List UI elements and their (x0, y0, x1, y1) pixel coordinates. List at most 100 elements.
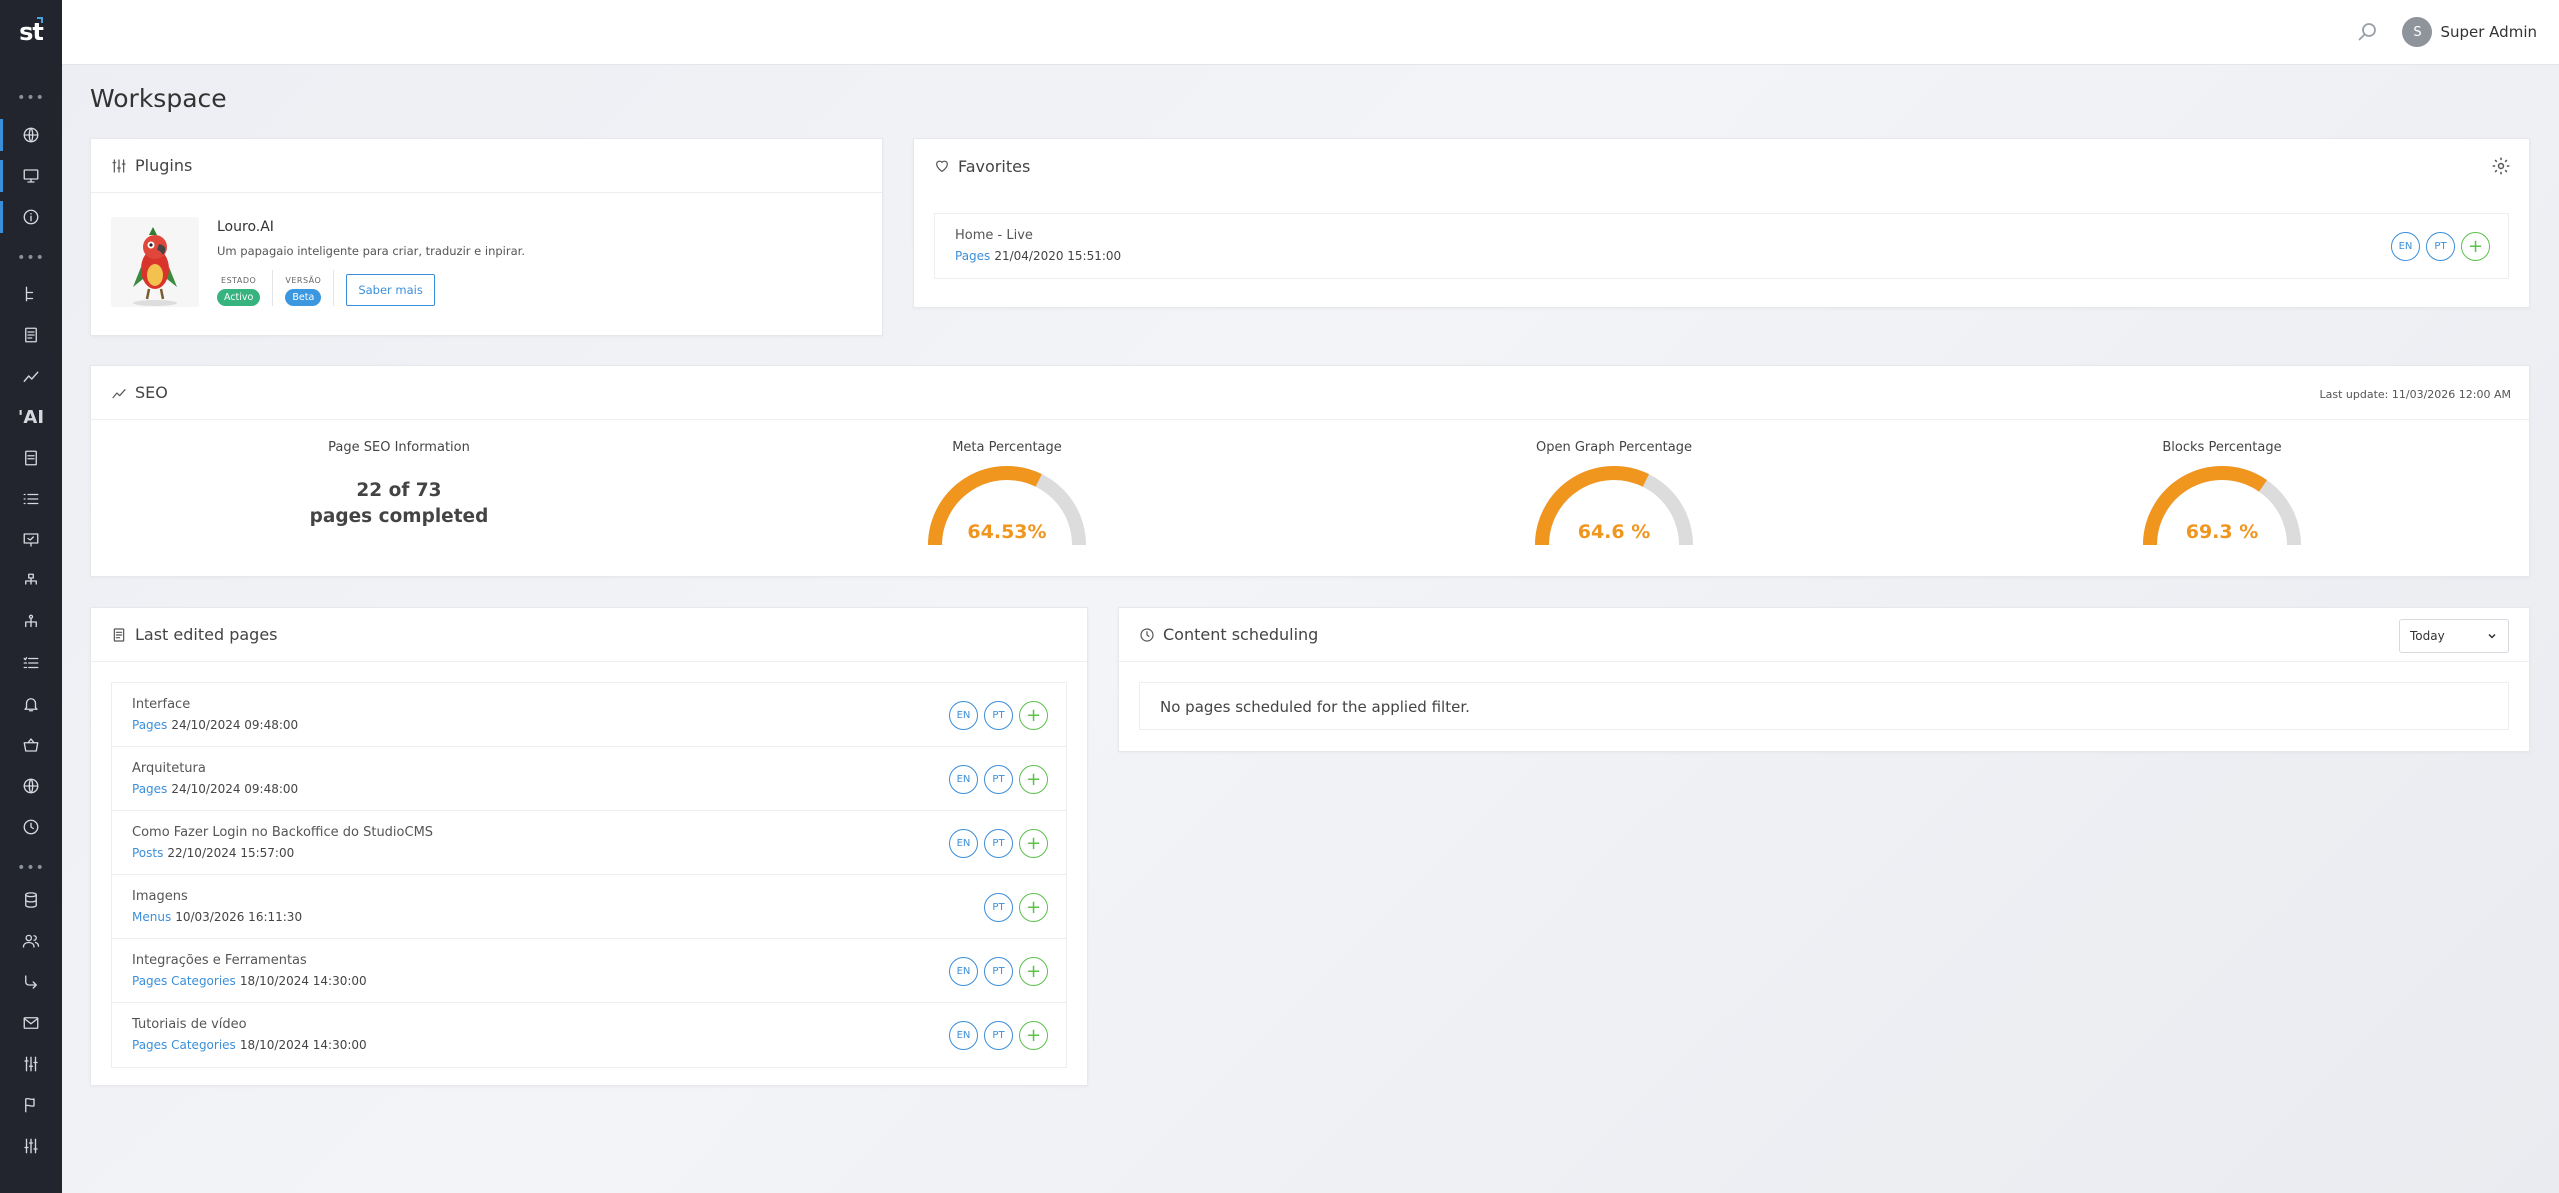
list-item[interactable]: Como Fazer Login no Backoffice do Studio… (112, 811, 1066, 875)
sidebar-item-users[interactable] (0, 921, 62, 961)
sidebar-item-list[interactable] (0, 479, 62, 519)
sidebar-item-sitemap[interactable] (0, 561, 62, 601)
sidebar-item-bell[interactable] (0, 684, 62, 724)
gauge-label: Meta Percentage (952, 440, 1062, 455)
page-type-link[interactable]: Posts (132, 846, 163, 860)
learn-more-button[interactable]: Saber mais (346, 274, 435, 306)
sidebar-item-chart[interactable] (0, 356, 62, 396)
page-type-link[interactable]: Menus (132, 910, 171, 924)
add-language-button[interactable]: + (1019, 1021, 1048, 1050)
add-language-button[interactable]: + (1019, 957, 1048, 986)
status-badge: Activo (217, 289, 261, 306)
page-type-link[interactable]: Pages Categories (132, 974, 236, 988)
lang-en-button[interactable]: EN (2391, 232, 2420, 261)
settings-sliders-icon (24, 1138, 38, 1154)
checklist-icon (23, 657, 39, 669)
seo-title: SEO (135, 383, 168, 402)
sidebar-item-globe[interactable] (0, 115, 62, 155)
sidebar-item-database[interactable] (0, 880, 62, 920)
favorites-title: Favorites (958, 156, 1031, 176)
add-language-button[interactable]: + (2461, 232, 2490, 261)
sidebar-item-settings[interactable] (0, 1126, 62, 1166)
add-language-button[interactable]: + (1019, 893, 1048, 922)
app-logo[interactable]: st (0, 0, 62, 64)
lang-en-button[interactable]: EN (949, 765, 978, 794)
sidebar-item-document[interactable] (0, 315, 62, 355)
plugin-name: Louro.AI (217, 219, 274, 235)
sidebar-item-flag[interactable] (0, 1085, 62, 1125)
gauge-value: 64.53% (967, 521, 1047, 543)
lang-pt-button[interactable]: PT (2426, 232, 2455, 261)
favorites-settings-button[interactable] (2491, 156, 2511, 176)
search-button[interactable] (2355, 20, 2379, 44)
list-item[interactable]: Arquitetura Pages 24/10/2024 09:48:00 EN PT + (112, 747, 1066, 811)
page-type-link[interactable]: Pages (132, 782, 167, 796)
lang-pt-button[interactable]: PT (984, 893, 1013, 922)
favorites-card: Favorites Home - Live Pages 21/04/2020 15… (913, 138, 2530, 308)
add-language-button[interactable]: + (1019, 765, 1048, 794)
gauge-label: Blocks Percentage (2162, 440, 2282, 455)
topbar: S Super Admin (62, 0, 2559, 65)
lang-en-button[interactable]: EN (949, 957, 978, 986)
sidebar-item-clock[interactable] (0, 807, 62, 847)
lang-en-button[interactable]: EN (949, 829, 978, 858)
gauge-label: Open Graph Percentage (1536, 440, 1692, 455)
add-language-button[interactable]: + (1019, 829, 1048, 858)
page-type-link[interactable]: Pages Categories (132, 1038, 236, 1052)
lang-pt-button[interactable]: PT (984, 829, 1013, 858)
page-title-text: Integrações e Ferramentas (132, 953, 307, 968)
list-item[interactable]: Imagens Menus 10/03/2026 16:11:30 PT + (112, 875, 1066, 939)
lang-pt-button[interactable]: PT (984, 701, 1013, 730)
seo-header: SEO (91, 366, 2529, 420)
gauge: 64.6 % (1534, 465, 1694, 546)
database-icon (25, 892, 37, 908)
lang-pt-button[interactable]: PT (984, 765, 1013, 794)
list-item[interactable]: Interface Pages 24/10/2024 09:48:00 EN PT + (112, 683, 1066, 747)
sidebar-item-sliders[interactable] (0, 1044, 62, 1084)
sliders-icon (24, 1056, 38, 1072)
sidebar-section-dots: ••• (17, 250, 45, 266)
gauge: 64.53% (927, 465, 1087, 546)
user-name: Super Admin (2440, 23, 2537, 41)
list-item[interactable]: Integrações e Ferramentas Pages Categorie… (112, 939, 1066, 1003)
page-title: Workspace (90, 84, 227, 113)
plugin-version-label: VERSÃO (285, 276, 322, 285)
divider (333, 270, 335, 306)
sidebar-item-world[interactable] (0, 766, 62, 806)
divider (272, 270, 274, 306)
page-date: 24/10/2024 09:48:00 (171, 782, 299, 796)
plugin-item: Louro.AI Um papagaio inteligente para cr… (111, 217, 525, 307)
lang-pt-button[interactable]: PT (984, 1021, 1013, 1050)
add-language-button[interactable]: + (1019, 701, 1048, 730)
sidebar-item-info[interactable] (0, 197, 62, 237)
lang-pt-button[interactable]: PT (984, 957, 1013, 986)
lang-en-button[interactable]: EN (949, 1021, 978, 1050)
plugins-header: Plugins (91, 139, 882, 193)
sidebar-item-ai[interactable]: 'AI (0, 397, 62, 437)
sidebar-item-mail[interactable] (0, 1003, 62, 1043)
sidebar-item-hierarchy[interactable] (0, 602, 62, 642)
page-type-link[interactable]: Pages (132, 718, 167, 732)
favorites-list: Home - Live Pages 21/04/2020 15:51:00 EN … (934, 213, 2509, 279)
sidebar-item-tree[interactable] (0, 274, 62, 314)
sidebar-item-basket[interactable] (0, 725, 62, 765)
world-icon (23, 778, 39, 794)
scheduling-filter-select[interactable]: Today (2399, 619, 2509, 653)
sidebar-item-monitor[interactable] (0, 156, 62, 196)
page-title-text: Arquitetura (132, 761, 206, 776)
sidebar-item-presentation[interactable] (0, 520, 62, 560)
presentation-icon (23, 533, 39, 547)
plugin-status-label: ESTADO (221, 276, 257, 285)
user-menu[interactable]: S Super Admin (2402, 17, 2537, 47)
list-item[interactable]: Home - Live Pages 21/04/2020 15:51:00 EN … (935, 214, 2508, 278)
lang-en-button[interactable]: EN (949, 701, 978, 730)
sidebar-section-dots: ••• (17, 90, 45, 106)
clock-icon (1140, 627, 1154, 642)
search-icon (2358, 23, 2376, 41)
sidebar-item-checklist[interactable] (0, 643, 62, 683)
favorite-type-link[interactable]: Pages (955, 249, 990, 263)
list-item[interactable]: Tutoriais de vídeo Pages Categories 18/10/… (112, 1003, 1066, 1067)
sidebar-item-page[interactable] (0, 438, 62, 478)
chevron-down-icon (2488, 633, 2496, 639)
sidebar-item-redirect[interactable] (0, 962, 62, 1002)
